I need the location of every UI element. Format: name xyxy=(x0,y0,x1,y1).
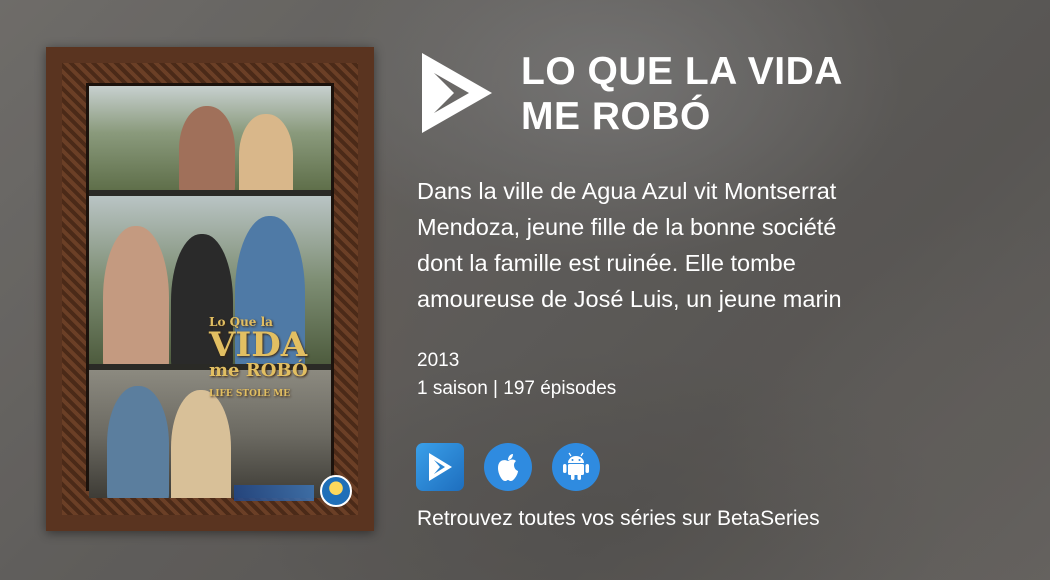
release-year: 2013 xyxy=(417,350,460,371)
google-play-button[interactable] xyxy=(552,443,600,491)
description-line: dont la famille est ruinée. Elle tombe xyxy=(417,250,796,276)
network-logo-icon xyxy=(320,475,352,507)
android-icon xyxy=(563,452,589,480)
poster-tagline-banner xyxy=(234,485,314,501)
poster-panel-top xyxy=(89,86,331,190)
title-line-2: ME ROBÓ xyxy=(521,95,711,138)
description-line: amoureuse de José Luis, un jeune marin xyxy=(417,286,842,312)
apple-icon xyxy=(498,454,518,481)
description-line: Mendoza, jeune fille de la bonne société xyxy=(417,214,837,240)
betaseries-app-icon xyxy=(429,453,452,481)
show-poster: Lo Que la VIDA me ROBÓ LIFE STOLE ME xyxy=(46,47,374,531)
poster-image: Lo Que la VIDA me ROBÓ LIFE STOLE ME xyxy=(86,83,334,498)
seasons-episodes-count: 1 saison | 197 épisodes xyxy=(417,378,617,399)
footer-tagline: Retrouvez toutes vos séries sur BetaSeri… xyxy=(417,507,820,530)
betaseries-app-button[interactable] xyxy=(416,443,464,491)
show-description: Dans la ville de Agua Azul vit Montserra… xyxy=(417,173,1007,317)
app-store-button[interactable] xyxy=(484,443,532,491)
poster-logo: Lo Que la VIDA me ROBÓ LIFE STOLE ME xyxy=(209,315,308,399)
title-line-1: LO QUE LA VIDA xyxy=(521,50,843,93)
description-line: Dans la ville de Agua Azul vit Montserra… xyxy=(417,178,837,204)
page-title: LO QUE LA VIDA ME ROBÓ xyxy=(521,49,1021,139)
betaseries-logo-icon xyxy=(422,53,492,133)
